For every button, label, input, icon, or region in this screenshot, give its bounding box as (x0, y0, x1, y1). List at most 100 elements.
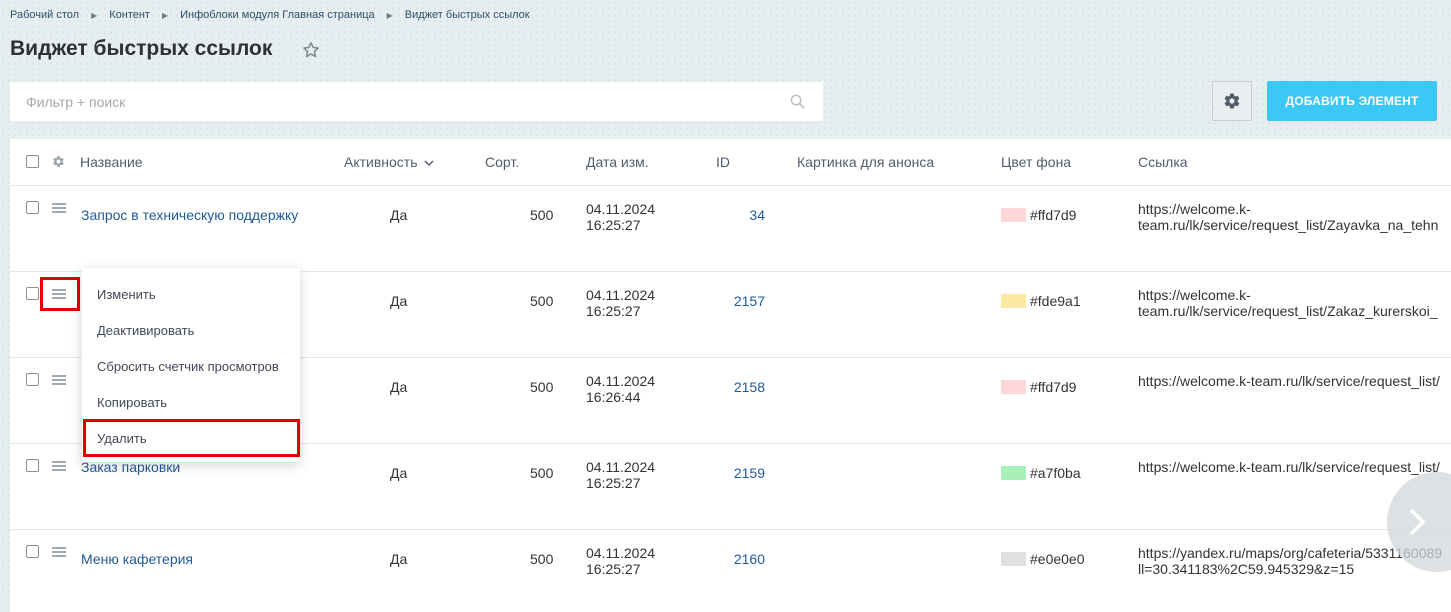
row-checkbox[interactable] (26, 287, 39, 300)
chevron-right-icon: ▶ (161, 10, 169, 20)
row-active: Да (390, 551, 408, 567)
row-menu-icon[interactable] (52, 461, 66, 471)
row-active: Да (390, 207, 408, 223)
row-bg-color: #fde9a1 (1001, 293, 1081, 309)
row-link: https://welcome.k-team.ru/lk/service/req… (1138, 459, 1440, 475)
column-header-preview-image[interactable]: Картинка для анонса (797, 154, 934, 170)
settings-button[interactable] (1212, 81, 1252, 121)
row-menu-icon[interactable] (52, 375, 66, 385)
row-active: Да (390, 379, 408, 395)
menu-item-copy[interactable]: Копировать (97, 395, 167, 410)
row-id[interactable]: 34 (710, 207, 765, 223)
row-date: 04.11.2024 16:25:27 (586, 287, 655, 319)
row-date: 04.11.2024 16:25:27 (586, 545, 655, 577)
highlight-row-menu-icon (40, 277, 80, 311)
row-link-line1: https://welcome.k- (1138, 201, 1251, 217)
row-id[interactable]: 2160 (710, 551, 765, 567)
row-id[interactable]: 2157 (710, 293, 765, 309)
row-sort: 500 (530, 465, 554, 481)
row-sort: 500 (530, 551, 554, 567)
row-date-time: 16:25:27 (586, 561, 641, 577)
color-swatch (1001, 294, 1026, 309)
color-swatch (1001, 466, 1026, 481)
breadcrumb-item-iblocks[interactable]: Инфоблоки модуля Главная страница (180, 9, 375, 21)
row-link-line1: https://welcome.k- (1138, 287, 1251, 303)
row-checkbox[interactable] (26, 373, 39, 386)
row-checkbox[interactable] (26, 459, 39, 472)
row-checkbox[interactable] (26, 201, 39, 214)
row-link-line2: team.ru/lk/service/request_list/Zayavka_… (1138, 217, 1439, 233)
chevron-right-icon: ▶ (91, 10, 98, 20)
star-icon[interactable] (302, 41, 320, 59)
row-menu-icon[interactable] (52, 547, 66, 557)
add-element-button[interactable]: ДОБАВИТЬ ЭЛЕМЕНТ (1267, 81, 1437, 121)
gear-icon (1224, 93, 1240, 109)
row-bg-color: #e0e0e0 (1001, 551, 1085, 567)
row-link: https://welcome.k-team.ru/lk/service/req… (1138, 287, 1438, 319)
row-bg-color: #ffd7d9 (1001, 379, 1076, 395)
menu-item-edit[interactable]: Изменить (97, 287, 156, 302)
search-icon[interactable] (790, 94, 805, 109)
column-header-id[interactable]: ID (716, 154, 730, 170)
row-bg-color-text: #e0e0e0 (1030, 551, 1085, 567)
chevron-right-icon (1409, 508, 1426, 536)
color-swatch (1001, 380, 1026, 395)
row-date: 04.11.2024 16:25:27 (586, 459, 655, 491)
row-bg-color-text: #ffd7d9 (1030, 379, 1077, 395)
table-row[interactable]: Меню кафетерия Да 500 04.11.2024 16:25:27… (10, 529, 1451, 612)
color-swatch (1001, 552, 1026, 567)
row-link: https://welcome.k-team.ru/lk/service/req… (1138, 201, 1438, 233)
row-date-day: 04.11.2024 (586, 459, 656, 475)
row-bg-color-text: #fde9a1 (1030, 293, 1081, 309)
row-date-day: 04.11.2024 (586, 373, 656, 389)
row-bg-color-text: #a7f0ba (1030, 465, 1081, 481)
row-active: Да (390, 293, 408, 309)
row-id[interactable]: 2158 (710, 379, 765, 395)
row-sort: 500 (530, 293, 554, 309)
row-name[interactable]: Меню кафетерия (81, 551, 193, 567)
row-date-day: 04.11.2024 (586, 201, 656, 217)
breadcrumb-item-current[interactable]: Виджет быстрых ссылок (405, 9, 530, 21)
row-date-time: 16:25:27 (586, 303, 641, 319)
row-link-line2: ll=30.341183%2C59.945329&z=15 (1138, 561, 1355, 577)
table-header: Название Активность Сорт. Дата изм. ID К… (10, 139, 1451, 186)
select-all-checkbox[interactable] (26, 155, 39, 168)
table-row[interactable]: Запрос в техническую поддержку Да 500 04… (10, 185, 1451, 272)
row-name[interactable]: Запрос в техническую поддержку (81, 207, 298, 223)
menu-item-deactivate[interactable]: Деактивировать (97, 323, 194, 338)
row-date-time: 16:26:44 (586, 389, 641, 405)
row-link: https://welcome.k-team.ru/lk/service/req… (1138, 373, 1440, 389)
breadcrumb: Рабочий стол ▶ Контент ▶ Инфоблоки модул… (10, 9, 530, 21)
row-date-day: 04.11.2024 (586, 287, 656, 303)
column-header-bg-color[interactable]: Цвет фона (1001, 154, 1071, 170)
column-settings-gear-icon[interactable] (52, 155, 65, 168)
page-title: Виджет быстрых ссылок (10, 37, 273, 60)
column-header-name[interactable]: Название (80, 154, 143, 170)
column-header-date[interactable]: Дата изм. (586, 154, 649, 170)
column-header-link[interactable]: Ссылка (1138, 154, 1188, 170)
highlight-delete-item (83, 419, 300, 457)
row-link-line1: https://welcome.k-team.ru/lk/service/req… (1138, 373, 1440, 389)
row-date-time: 16:25:27 (586, 217, 641, 233)
search-input[interactable] (26, 82, 766, 121)
row-bg-color: #ffd7d9 (1001, 207, 1076, 223)
row-date: 04.11.2024 16:26:44 (586, 373, 655, 405)
row-bg-color: #a7f0ba (1001, 465, 1081, 481)
row-id[interactable]: 2159 (710, 465, 765, 481)
row-sort: 500 (530, 207, 554, 223)
breadcrumb-item-desktop[interactable]: Рабочий стол (10, 9, 79, 21)
row-date-day: 04.11.2024 (586, 545, 656, 561)
column-header-sort[interactable]: Сорт. (485, 154, 519, 170)
row-checkbox[interactable] (26, 545, 39, 558)
row-sort: 500 (530, 379, 554, 395)
row-bg-color-text: #ffd7d9 (1030, 207, 1077, 223)
column-header-active[interactable]: Активность (344, 154, 434, 170)
filter-search-bar[interactable] (10, 82, 823, 121)
menu-item-reset-views[interactable]: Сбросить счетчик просмотров (97, 359, 279, 374)
chevron-down-icon (424, 160, 434, 167)
row-menu-icon[interactable] (52, 203, 66, 213)
row-active: Да (390, 465, 408, 481)
row-link-line1: https://welcome.k-team.ru/lk/service/req… (1138, 459, 1440, 475)
chevron-right-icon: ▶ (386, 10, 393, 20)
breadcrumb-item-content[interactable]: Контент (109, 9, 150, 21)
